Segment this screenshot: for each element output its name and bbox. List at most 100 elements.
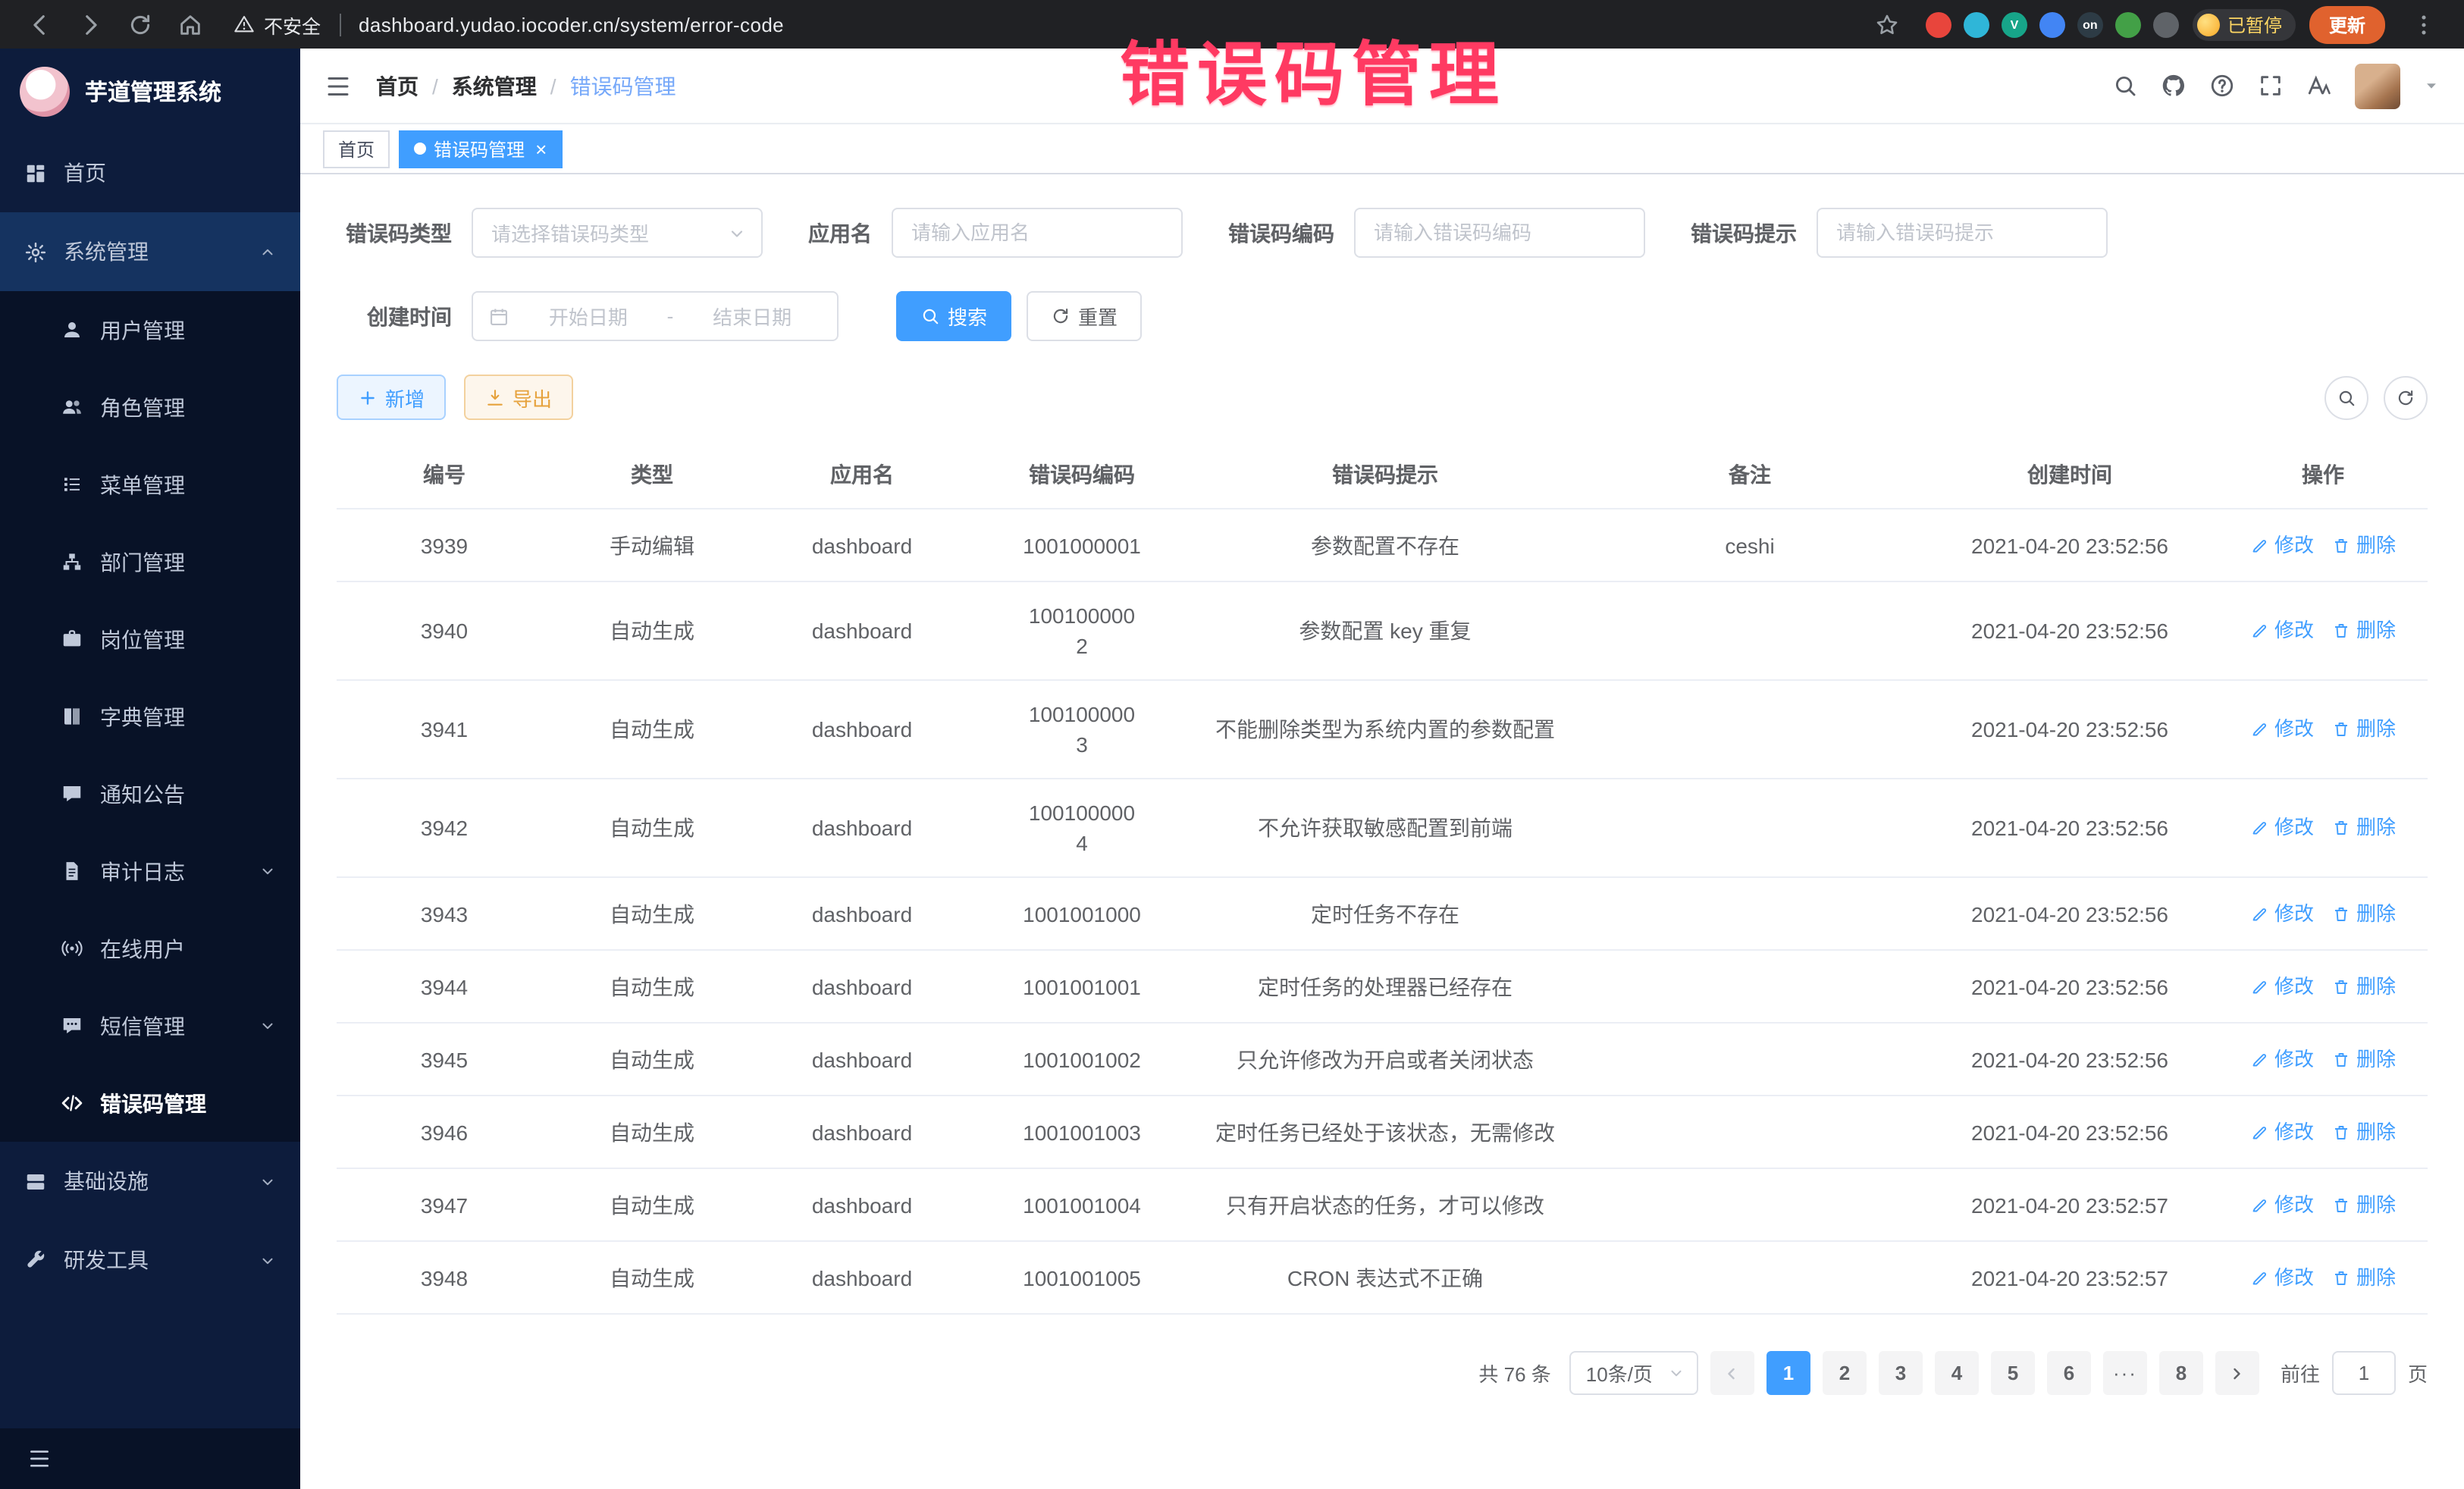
cell-app: dashboard bbox=[752, 1171, 972, 1238]
github-icon[interactable] bbox=[2161, 73, 2187, 99]
edit-link[interactable]: 修改 bbox=[2250, 616, 2314, 646]
sidebar-item-sms[interactable]: 短信管理 bbox=[0, 987, 300, 1064]
tab-1[interactable]: 错误码管理× bbox=[399, 130, 562, 168]
edit-link[interactable]: 修改 bbox=[2250, 714, 2314, 744]
delete-link[interactable]: 删除 bbox=[2332, 971, 2396, 1002]
delete-link[interactable]: 删除 bbox=[2332, 1044, 2396, 1074]
sidebar-item-dev-tools[interactable]: 研发工具 bbox=[0, 1221, 300, 1299]
browser-menu-icon[interactable] bbox=[2411, 11, 2437, 37]
forward-button[interactable] bbox=[77, 11, 103, 37]
help-icon[interactable] bbox=[2209, 73, 2235, 99]
sidebar-toggle-button[interactable] bbox=[324, 72, 352, 99]
cell-hint: 只允许修改为开启或者关闭状态 bbox=[1192, 1026, 1578, 1092]
sidebar-item-home[interactable]: 首页 bbox=[0, 133, 300, 212]
page-size-select[interactable]: 10条/页 bbox=[1569, 1351, 1698, 1395]
edit-link[interactable]: 修改 bbox=[2250, 1190, 2314, 1220]
paused-badge[interactable]: 已暂停 bbox=[2193, 8, 2296, 40]
search-button[interactable]: 搜索 bbox=[896, 291, 1011, 341]
url-bar[interactable]: dashboard.yudao.iocoder.cn/system/error-… bbox=[359, 13, 784, 36]
add-button[interactable]: 新增 bbox=[337, 375, 446, 420]
menu-item-label: 部门管理 bbox=[100, 547, 185, 577]
reset-button[interactable]: 重置 bbox=[1027, 291, 1142, 341]
sidebar-item-notice[interactable]: 通知公告 bbox=[0, 755, 300, 832]
export-button[interactable]: 导出 bbox=[464, 375, 573, 420]
tab-0[interactable]: 首页 bbox=[323, 130, 390, 168]
update-button[interactable]: 更新 bbox=[2309, 5, 2385, 43]
extension-icon-green-v[interactable]: V bbox=[2002, 11, 2027, 37]
browser-home-button[interactable] bbox=[177, 11, 203, 37]
delete-link[interactable]: 删除 bbox=[2332, 1190, 2396, 1220]
collapse-icon[interactable] bbox=[27, 1447, 52, 1471]
profile-face-icon bbox=[2197, 13, 2220, 36]
edit-link[interactable]: 修改 bbox=[2250, 530, 2314, 560]
reload-button[interactable] bbox=[127, 11, 153, 37]
sidebar-item-user[interactable]: 用户管理 bbox=[0, 291, 300, 368]
prev-page-button[interactable] bbox=[1710, 1351, 1754, 1395]
app-logo[interactable]: 芋道管理系统 bbox=[0, 49, 300, 133]
extension-icon-on-badge[interactable]: on bbox=[2077, 11, 2103, 37]
sidebar-item-online-user[interactable]: 在线用户 bbox=[0, 910, 300, 987]
delete-link[interactable]: 删除 bbox=[2332, 1117, 2396, 1147]
sidebar-item-post[interactable]: 岗位管理 bbox=[0, 600, 300, 678]
edit-link[interactable]: 修改 bbox=[2250, 1044, 2314, 1074]
security-indicator[interactable]: 不安全 bbox=[234, 10, 321, 39]
end-date-placeholder[interactable]: 结束日期 bbox=[682, 302, 822, 331]
date-range-picker[interactable]: 开始日期 - 结束日期 bbox=[472, 291, 839, 341]
page-button-8[interactable]: 8 bbox=[2159, 1351, 2203, 1395]
tab-close-icon[interactable]: × bbox=[535, 139, 547, 158]
search-icon[interactable] bbox=[2112, 73, 2138, 99]
sidebar-item-role[interactable]: 角色管理 bbox=[0, 368, 300, 446]
toggle-search-button[interactable] bbox=[2324, 375, 2368, 419]
user-avatar[interactable] bbox=[2355, 63, 2400, 108]
breadcrumb-item-2[interactable]: 错误码管理 bbox=[570, 71, 676, 101]
breadcrumb-item-0[interactable]: 首页 bbox=[376, 71, 419, 101]
extension-icon-puzzle[interactable] bbox=[2153, 11, 2179, 37]
delete-link[interactable]: 删除 bbox=[2332, 1262, 2396, 1293]
page-button-5[interactable]: 5 bbox=[1991, 1351, 2035, 1395]
delete-link[interactable]: 删除 bbox=[2332, 714, 2396, 744]
delete-link[interactable]: 删除 bbox=[2332, 813, 2396, 843]
edit-link[interactable]: 修改 bbox=[2250, 971, 2314, 1002]
more-pages-button[interactable]: ··· bbox=[2103, 1351, 2147, 1395]
chevron-down-icon bbox=[728, 224, 746, 242]
start-date-placeholder[interactable]: 开始日期 bbox=[519, 302, 658, 331]
breadcrumb-item-1[interactable]: 系统管理 bbox=[452, 71, 537, 101]
goto-page-input[interactable] bbox=[2332, 1351, 2396, 1395]
page-button-3[interactable]: 3 bbox=[1879, 1351, 1923, 1395]
extension-icon-teal-drop[interactable] bbox=[1964, 11, 1989, 37]
add-button-label: 新增 bbox=[385, 383, 425, 412]
page-button-6[interactable]: 6 bbox=[2047, 1351, 2091, 1395]
sidebar-item-error-code[interactable]: 错误码管理 bbox=[0, 1064, 300, 1142]
font-size-icon[interactable] bbox=[2306, 73, 2332, 99]
edit-link[interactable]: 修改 bbox=[2250, 813, 2314, 843]
page-button-2[interactable]: 2 bbox=[1823, 1351, 1867, 1395]
cell-id: 3945 bbox=[337, 1026, 552, 1092]
delete-link[interactable]: 删除 bbox=[2332, 616, 2396, 646]
sidebar-item-menu[interactable]: 菜单管理 bbox=[0, 446, 300, 523]
sidebar-item-infra[interactable]: 基础设施 bbox=[0, 1142, 300, 1221]
sidebar-item-system[interactable]: 系统管理 bbox=[0, 212, 300, 291]
fullscreen-icon[interactable] bbox=[2258, 73, 2284, 99]
edit-link[interactable]: 修改 bbox=[2250, 898, 2314, 929]
sidebar-item-audit-log[interactable]: 审计日志 bbox=[0, 832, 300, 910]
delete-link[interactable]: 删除 bbox=[2332, 898, 2396, 929]
extension-icon-blue-grid[interactable] bbox=[2039, 11, 2065, 37]
application-name-input[interactable] bbox=[892, 208, 1183, 258]
back-button[interactable] bbox=[27, 11, 53, 37]
page-button-4[interactable]: 4 bbox=[1935, 1351, 1979, 1395]
extension-icon-red[interactable] bbox=[1926, 11, 1951, 37]
next-page-button[interactable] bbox=[2215, 1351, 2259, 1395]
edit-link[interactable]: 修改 bbox=[2250, 1262, 2314, 1293]
error-hint-input[interactable] bbox=[1817, 208, 2108, 258]
delete-link[interactable]: 删除 bbox=[2332, 530, 2396, 560]
edit-link[interactable]: 修改 bbox=[2250, 1117, 2314, 1147]
sidebar-item-dept[interactable]: 部门管理 bbox=[0, 523, 300, 600]
refresh-table-button[interactable] bbox=[2384, 375, 2428, 419]
extension-icon-green[interactable] bbox=[2115, 11, 2141, 37]
error-code-type-select[interactable]: 请选择错误码类型 bbox=[472, 208, 763, 258]
user-menu-caret-icon[interactable] bbox=[2423, 77, 2440, 94]
page-button-1[interactable]: 1 bbox=[1766, 1351, 1810, 1395]
bookmark-star-icon[interactable] bbox=[1874, 11, 1900, 37]
sidebar-item-dict[interactable]: 字典管理 bbox=[0, 678, 300, 755]
error-code-input[interactable] bbox=[1354, 208, 1645, 258]
